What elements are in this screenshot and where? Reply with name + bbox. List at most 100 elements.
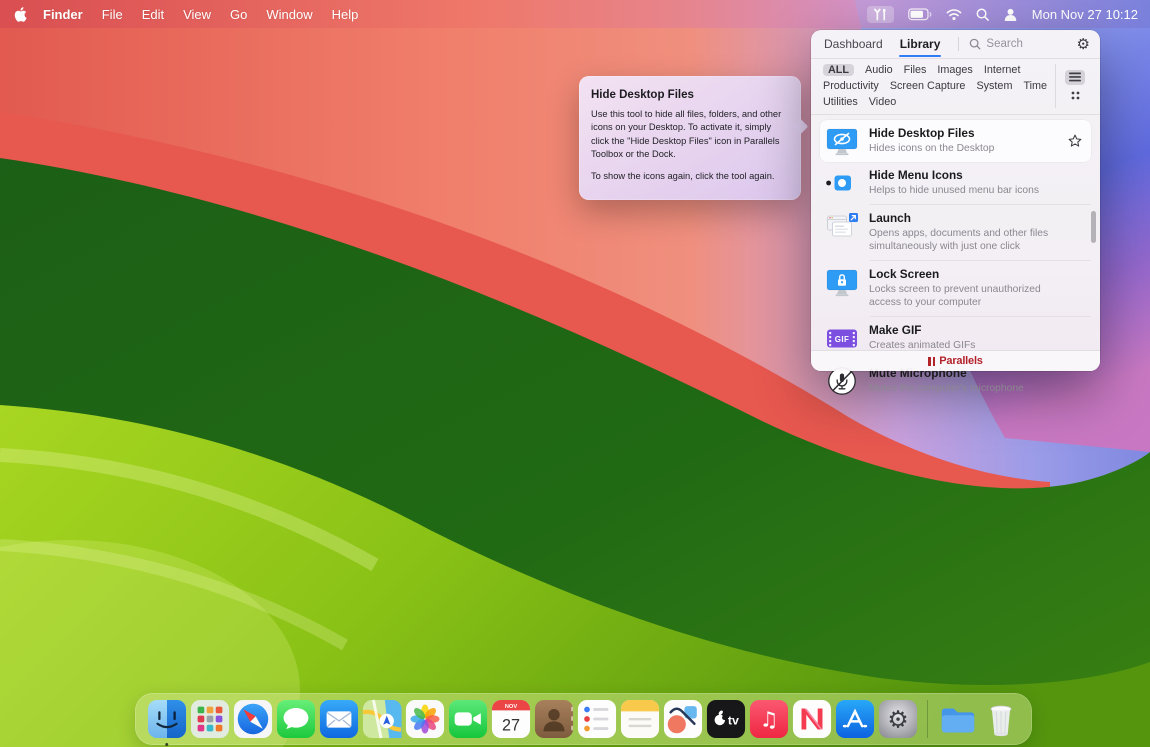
category-chips: ALL Audio Files Images Internet Productivity S… [823, 64, 1049, 108]
filter-chip-screen-capture[interactable]: Screen Capture [890, 80, 966, 92]
filter-chip-system[interactable]: System [976, 80, 1012, 92]
dock-reminders-icon[interactable] [577, 699, 617, 739]
dock-notes-icon[interactable] [620, 699, 660, 739]
dock-folder-icon[interactable] [938, 699, 978, 739]
tool-texts: Launch Opens apps, documents and other fi… [869, 210, 1086, 254]
svg-text:♫: ♫ [759, 708, 778, 732]
tool-texts: Lock Screen Locks screen to prevent unaut… [869, 266, 1086, 310]
filter-chip-all[interactable]: ALL [823, 64, 854, 76]
popover-paragraph: Use this tool to hide all files, folders… [591, 108, 789, 162]
make-gif-icon: GIF [824, 322, 860, 353]
menu-bar: Finder File Edit View Go Window Help Mon Nov 2… [0, 0, 1150, 28]
search-placeholder: Search [986, 38, 1022, 50]
dock-facetime-icon[interactable] [448, 699, 488, 739]
window-header: Dashboard Library Search ⚙ [811, 30, 1100, 59]
dock-divider [927, 700, 928, 738]
tool-texts: Make GIFCreates animated GIFs [869, 322, 1086, 352]
tool-title: Make GIF [869, 323, 1086, 337]
tool-description: Mutes the computer's microphone [869, 382, 1051, 395]
parallels-toolbox-window: Dashboard Library Search ⚙ ALL Audio Files… [811, 30, 1100, 371]
dock-system-settings-icon[interactable]: ⚙ [878, 699, 918, 739]
svg-text:GIF: GIF [835, 334, 850, 343]
view-toggle [1055, 64, 1085, 108]
parallels-toolbox-icon[interactable] [867, 6, 894, 23]
svg-text:⚙: ⚙ [887, 706, 908, 734]
tool-title: Lock Screen [869, 267, 1086, 281]
tool-info-popover: Hide Desktop Files Use this tool to hide… [579, 76, 801, 200]
svg-text:NOV: NOV [504, 704, 517, 710]
user-switch-icon[interactable] [1003, 8, 1018, 21]
search-input[interactable]: Search [969, 38, 1068, 50]
hide-menu-icons-icon [824, 167, 860, 198]
grid-view-icon[interactable] [1065, 88, 1085, 103]
popover-title: Hide Desktop Files [591, 89, 789, 101]
parallels-logo: Parallels [928, 355, 982, 367]
tool-description: Helps to hide unused menu bar icons [869, 184, 1051, 197]
window-footer: Parallels [811, 350, 1100, 371]
lock-screen-icon [824, 266, 860, 297]
dock-app-store-icon[interactable] [835, 699, 875, 739]
svg-text:tv: tv [727, 714, 738, 728]
menu-item-window[interactable]: Window [266, 7, 312, 22]
tool-title: Hide Desktop Files [869, 126, 1066, 140]
header-divider [958, 37, 959, 51]
filter-chip-utilities[interactable]: Utilities [823, 96, 858, 108]
hide-desktop-files-icon [824, 125, 860, 156]
tool-row-launch[interactable]: Launch Opens apps, documents and other fi… [820, 205, 1091, 260]
menu-item-edit[interactable]: Edit [142, 7, 164, 22]
menu-item-finder[interactable]: Finder [43, 7, 83, 22]
filter-chip-audio[interactable]: Audio [865, 64, 893, 76]
scrollbar[interactable] [1091, 211, 1096, 243]
tab-library[interactable]: Library [899, 31, 942, 58]
list-view-icon[interactable] [1065, 70, 1085, 85]
dock-freeform-icon[interactable] [663, 699, 703, 739]
tool-texts: Hide Menu Icons Helps to hide unused menu… [869, 167, 1086, 197]
gear-icon[interactable]: ⚙ [1077, 37, 1090, 52]
dock-contacts-icon[interactable] [534, 699, 574, 739]
search-icon [969, 38, 981, 50]
tool-title: Hide Menu Icons [869, 168, 1086, 182]
dock-music-icon[interactable]: ♫ [749, 699, 789, 739]
menu-item-file[interactable]: File [102, 7, 123, 22]
parallels-logo-text: Parallels [939, 355, 982, 367]
apple-logo-icon[interactable] [14, 7, 27, 22]
popover-paragraph: To show the icons again, click the tool … [591, 170, 789, 183]
dock-launchpad-icon[interactable] [190, 699, 230, 739]
tool-row-hide-menu-icons[interactable]: Hide Menu Icons Helps to hide unused menu… [820, 162, 1091, 204]
menu-item-help[interactable]: Help [332, 7, 359, 22]
tab-dashboard[interactable]: Dashboard [823, 31, 884, 58]
dock-trash-icon[interactable] [981, 699, 1021, 739]
filter-chip-time[interactable]: Time [1023, 80, 1047, 92]
favorite-star-icon[interactable] [1068, 134, 1082, 153]
spotlight-search-icon[interactable] [976, 8, 989, 21]
tool-title: Launch [869, 211, 1086, 225]
dock-maps-icon[interactable] [362, 699, 402, 739]
battery-icon[interactable] [908, 8, 932, 21]
dock-photos-icon[interactable] [405, 699, 445, 739]
tool-description: Opens apps, documents and other files si… [869, 227, 1051, 254]
dock-safari-icon[interactable] [233, 699, 273, 739]
dock-messages-icon[interactable] [276, 699, 316, 739]
dock-mail-icon[interactable] [319, 699, 359, 739]
wifi-icon[interactable] [946, 8, 962, 21]
launch-icon [824, 210, 860, 241]
dock: NOV27 tv ♫ ⚙ [135, 693, 1032, 745]
filter-chip-productivity[interactable]: Productivity [823, 80, 879, 92]
dock-finder-icon[interactable] [147, 699, 187, 739]
dock-calendar-icon[interactable]: NOV27 [491, 699, 531, 739]
category-filter-bar: ALL Audio Files Images Internet Productivity S… [811, 59, 1100, 115]
dock-apple-tv-icon[interactable]: tv [706, 699, 746, 739]
tool-description: Hides icons on the Desktop [869, 142, 1051, 155]
filter-chip-files[interactable]: Files [904, 64, 927, 76]
tool-description: Locks screen to prevent unauthorized acc… [869, 283, 1051, 310]
dock-news-icon[interactable] [792, 699, 832, 739]
desktop: Finder File Edit View Go Window Help Mon Nov 2… [0, 0, 1150, 747]
filter-chip-internet[interactable]: Internet [984, 64, 1021, 76]
tool-row-hide-desktop-files[interactable]: Hide Desktop Files Hides icons on the Des… [820, 120, 1091, 162]
menu-item-view[interactable]: View [183, 7, 211, 22]
tool-row-lock-screen[interactable]: Lock Screen Locks screen to prevent unaut… [820, 261, 1091, 316]
filter-chip-video[interactable]: Video [869, 96, 896, 108]
menu-item-go[interactable]: Go [230, 7, 247, 22]
menu-bar-clock[interactable]: Mon Nov 27 10:12 [1032, 7, 1138, 22]
filter-chip-images[interactable]: Images [937, 64, 972, 76]
